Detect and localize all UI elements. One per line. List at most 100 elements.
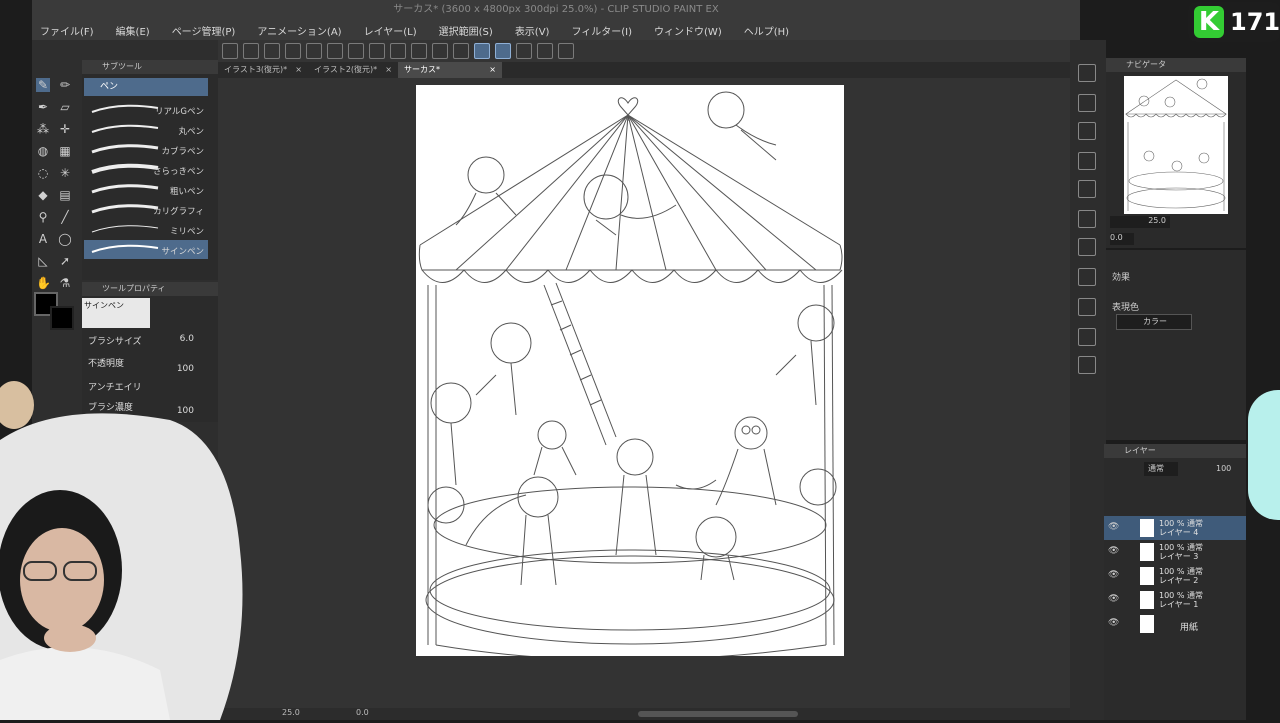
brush-tool-icon[interactable]: ✒ [36, 100, 50, 114]
fill-tool-icon[interactable]: ◆ [36, 188, 50, 202]
layer-row[interactable]: 👁 100 % 通常 レイヤー 3 [1104, 540, 1246, 564]
search-icon[interactable] [1078, 94, 1096, 112]
invert-selection-icon[interactable] [432, 43, 448, 59]
eraser-tool-icon[interactable]: ▱ [58, 100, 72, 114]
blend-mode-select[interactable]: 通常 [1144, 462, 1178, 476]
pen-tool-icon[interactable]: ✎ [36, 78, 50, 92]
eye-icon[interactable]: 👁 [1108, 570, 1119, 580]
device-icon[interactable] [537, 43, 553, 59]
snap-ruler-icon[interactable] [474, 43, 490, 59]
color-mode-select[interactable]: カラー [1116, 314, 1192, 330]
close-icon[interactable] [1078, 122, 1096, 140]
snap-grid-icon[interactable] [516, 43, 532, 59]
redo-icon[interactable] [327, 43, 343, 59]
balloon-tool-icon[interactable]: ◯ [58, 232, 72, 246]
menu-view[interactable]: 表示(V) [515, 23, 550, 38]
fill-icon[interactable] [369, 43, 385, 59]
line-tool-icon[interactable]: ╱ [58, 210, 72, 224]
gradient-tool-icon[interactable]: ▤ [58, 188, 72, 202]
close-icon[interactable]: × [295, 62, 302, 78]
save-icon[interactable] [285, 43, 301, 59]
clip-studio-icon[interactable] [222, 43, 238, 59]
loading-icon[interactable] [348, 43, 364, 59]
eye-icon[interactable]: 👁 [1108, 546, 1119, 556]
eye-icon[interactable]: 👁 [1108, 594, 1119, 604]
brush-item-selected[interactable]: サインペン [84, 240, 208, 259]
opacity-row[interactable]: 不透明度 100 [88, 356, 214, 374]
open-file-icon[interactable] [264, 43, 280, 59]
figure-tool-icon[interactable]: ▦ [58, 144, 72, 158]
snap-special-ruler-icon[interactable] [495, 43, 511, 59]
close-icon[interactable]: × [385, 62, 392, 78]
navigator-thumbnail[interactable] [1124, 76, 1228, 214]
subtool-group[interactable]: ペン [84, 78, 208, 96]
mascot-overlay [1248, 390, 1280, 520]
deselect-icon[interactable] [411, 43, 427, 59]
menu-animation[interactable]: アニメーション(A) [257, 23, 341, 38]
menu-filter[interactable]: フィルター(I) [571, 23, 632, 38]
tab-circus[interactable]: サーカス* × [398, 62, 502, 78]
companion-icon[interactable] [558, 43, 574, 59]
image-icon[interactable] [1078, 152, 1096, 170]
menu-page[interactable]: ページ管理(P) [172, 23, 236, 38]
panel-icon[interactable] [1078, 328, 1096, 346]
brush-item[interactable]: 粗いペン [84, 180, 208, 199]
menu-help[interactable]: ヘルプ(H) [744, 23, 789, 38]
brush-item[interactable]: リアルGペン [84, 100, 208, 119]
object-tool-icon[interactable]: ➚ [58, 254, 72, 268]
tab-illust3[interactable]: イラスト3(復元)* × [218, 62, 308, 78]
subtool-header: サブツール [82, 60, 218, 74]
pencil-tool-icon[interactable]: ✏ [58, 78, 72, 92]
layer-opacity[interactable]: 100 [1216, 462, 1242, 476]
material-icon[interactable] [1078, 64, 1096, 82]
frame-tool-icon[interactable]: ◺ [36, 254, 50, 268]
reference-icon[interactable] [1078, 356, 1096, 374]
sub-color-swatch[interactable] [50, 306, 74, 330]
brush-item[interactable]: ミリペン [84, 220, 208, 239]
brush-item[interactable]: さらっきペン [84, 160, 208, 179]
clear-icon[interactable] [453, 43, 469, 59]
eye-icon[interactable]: 👁 [1108, 522, 1119, 532]
layer-row[interactable]: 👁 100 % 通常 レイヤー 4 [1104, 516, 1246, 540]
menu-edit[interactable]: 編集(E) [116, 23, 150, 38]
timeline-icon[interactable] [1078, 268, 1096, 286]
brush-size-value[interactable]: 6.0 [180, 334, 194, 344]
tab-illust2[interactable]: イラスト2(復元)* × [308, 62, 398, 78]
history-icon[interactable] [1078, 298, 1096, 316]
text-tool-icon[interactable]: A [36, 232, 50, 246]
brush-item[interactable]: カリグラフィ [84, 200, 208, 219]
blend-tool-icon[interactable]: ◍ [36, 144, 50, 158]
drawing-canvas[interactable] [416, 85, 844, 661]
brush-item[interactable]: 丸ペン [84, 120, 208, 139]
layer-row[interactable]: 👁 100 % 通常 レイヤー 1 [1104, 588, 1246, 612]
opacity-value[interactable]: 100 [177, 364, 194, 374]
status-zoom[interactable]: 25.0 [282, 708, 300, 717]
eyedropper-tool-icon[interactable]: ⚗ [58, 276, 72, 290]
layer-row[interactable]: 👁 100 % 通常 レイヤー 2 [1104, 564, 1246, 588]
horizontal-scrollbar[interactable] [638, 711, 798, 717]
transform-icon[interactable] [390, 43, 406, 59]
brush-size-row[interactable]: ブラシサイズ 6.0 [88, 334, 214, 350]
menu-file[interactable]: ファイル(F) [40, 23, 94, 38]
decoration-tool-icon[interactable]: ⁂ [36, 122, 50, 136]
lasso-tool-icon[interactable]: ◌ [36, 166, 50, 180]
close-icon[interactable] [1078, 180, 1096, 198]
pattern-icon[interactable] [1078, 210, 1096, 228]
layer-row[interactable]: 👁 用紙 [1104, 612, 1246, 636]
layer-props-icon[interactable] [1078, 238, 1096, 256]
zoom-field[interactable]: 25.0 [1110, 216, 1170, 228]
new-file-icon[interactable] [243, 43, 259, 59]
menu-window[interactable]: ウィンドウ(W) [654, 23, 722, 38]
brush-item[interactable]: カブラペン [84, 140, 208, 159]
move-tool-icon[interactable]: ✛ [58, 122, 72, 136]
close-icon[interactable]: × [489, 62, 496, 78]
rotation-field[interactable]: 0.0 [1110, 233, 1134, 245]
magic-wand-tool-icon[interactable]: ✳ [58, 166, 72, 180]
hand-tool-icon[interactable]: ✋ [36, 276, 51, 290]
menu-selection[interactable]: 選択範囲(S) [439, 23, 493, 38]
menu-layer[interactable]: レイヤー(L) [364, 23, 417, 38]
eye-icon[interactable]: 👁 [1108, 618, 1119, 628]
status-rotation[interactable]: 0.0 [356, 708, 369, 717]
undo-icon[interactable] [306, 43, 322, 59]
zoom-tool-icon[interactable]: ⚲ [36, 210, 50, 224]
